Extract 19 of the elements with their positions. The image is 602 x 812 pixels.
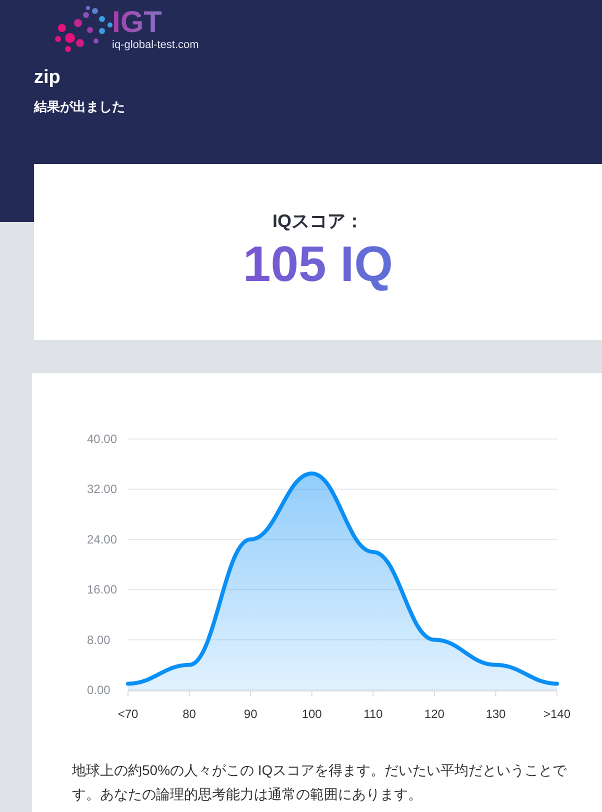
page-subtitle: 結果が出ました xyxy=(34,98,126,116)
x-tick-label: 90 xyxy=(244,707,258,721)
y-tick-label: 24.00 xyxy=(87,532,118,546)
x-tick-label: 120 xyxy=(424,707,444,721)
x-tick-label: 110 xyxy=(364,707,383,721)
page-title: zip xyxy=(34,66,62,90)
score-label: IQスコア： xyxy=(272,210,364,233)
y-tick-label: 0.00 xyxy=(87,683,110,697)
x-tick-label: 100 xyxy=(302,707,322,721)
y-tick-label: 40.00 xyxy=(87,432,118,446)
x-tick-label: 80 xyxy=(182,707,196,721)
y-tick-label: 16.00 xyxy=(87,582,118,597)
x-tick-label: <70 xyxy=(118,707,138,721)
x-tick-label: 130 xyxy=(486,707,506,721)
logo-site: iq-global-test.com xyxy=(112,38,199,52)
y-tick-label: 32.00 xyxy=(87,482,118,496)
x-tick-label: >140 xyxy=(543,707,571,721)
y-tick-label: 8.00 xyxy=(87,632,110,647)
result-description: 地球上の約50%の人々がこの IQスコアを得ます。だいたい平均だということです。あなたの論理的思考能力は通常の範囲にあります。 xyxy=(71,761,568,804)
